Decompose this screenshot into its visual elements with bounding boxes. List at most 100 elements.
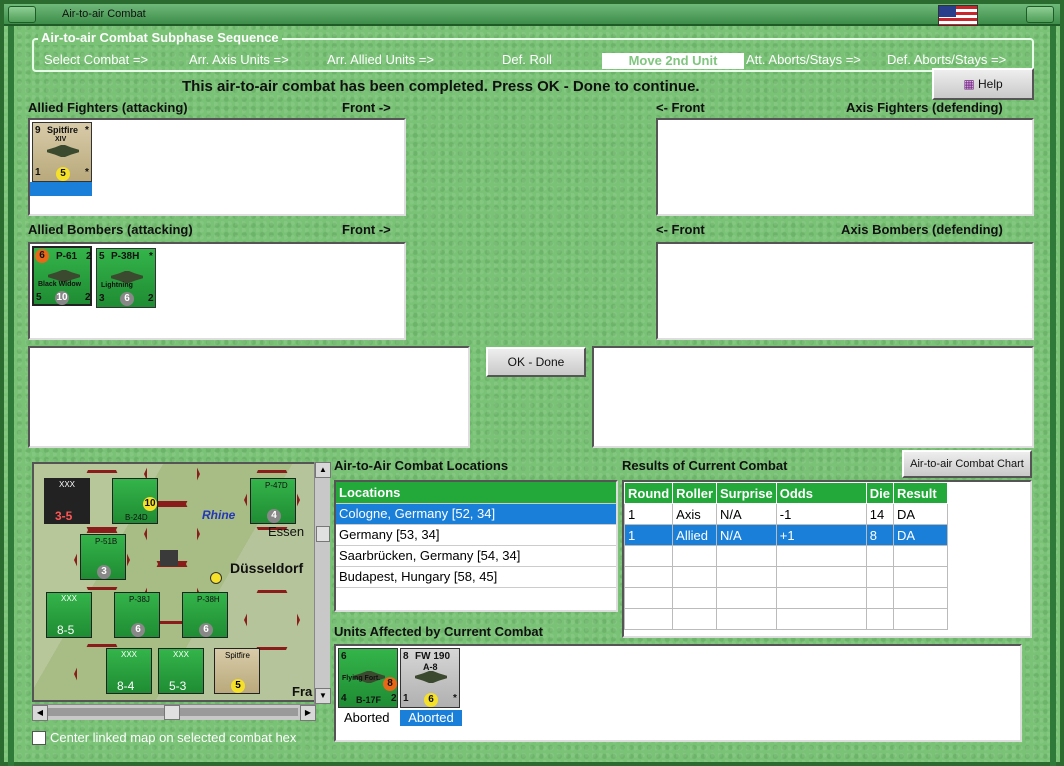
location-item[interactable]: Saarbrücken, Germany [54, 34] (336, 545, 616, 567)
map-air-unit[interactable]: P-47D 4 (250, 478, 296, 524)
window-title: Air-to-air Combat (62, 8, 146, 20)
system-menu-button[interactable] (8, 6, 36, 23)
map-counter[interactable]: XXX 5-3 (158, 648, 204, 694)
scroll-left-icon[interactable]: ◀ (32, 705, 48, 721)
cell: N/A (716, 503, 777, 525)
cell: 8 (865, 524, 894, 546)
map-air-unit[interactable]: B-24D 10 (112, 478, 158, 524)
map-air-unit[interactable]: Spitfire 5 (214, 648, 260, 694)
counter-variant: Lightning (101, 282, 133, 289)
unit-counter[interactable]: 9 Spitfire * XIV 1 5 * (32, 122, 92, 182)
unit-counter[interactable]: 6 P-61 2 Black Widow 5 10 2 (32, 246, 92, 306)
axis-fighters-panel[interactable] (656, 118, 1034, 216)
counter-left-value: 9 (35, 125, 41, 136)
scroll-right-icon[interactable]: ▶ (300, 705, 316, 721)
map-air-unit[interactable]: P-38J 6 (114, 592, 160, 638)
map-label-dusseldorf: Düsseldorf (230, 560, 304, 576)
result-row[interactable]: 1 Allied N/A +1 8 DA (623, 524, 948, 546)
center-map-label: Center linked map on selected combat hex (50, 730, 297, 745)
unit-counter[interactable]: 6 Flying Fort. 8 4 B-17F 2 (338, 648, 398, 708)
map-air-value: 4 (267, 509, 281, 523)
counter-bottom-right: 2 (391, 693, 397, 704)
locations-table: Locations Cologne, Germany [52, 34] Germ… (336, 482, 616, 588)
location-item[interactable]: Cologne, Germany [52, 34] (336, 503, 616, 525)
combat-chart-button[interactable]: Air-to-air Combat Chart (902, 450, 1032, 478)
sequence-title: Air-to-air Combat Subphase Sequence (38, 30, 282, 45)
close-button[interactable] (1026, 6, 1054, 23)
status-message: This air-to-air combat has been complete… (182, 78, 700, 95)
locations-list[interactable]: Locations Cologne, Germany [52, 34] Germ… (334, 480, 618, 612)
counter-name: FW 190 (415, 651, 451, 662)
locations-header: Locations (336, 482, 616, 504)
map-vertical-scrollbar[interactable]: ▲ ▼ (314, 462, 331, 704)
help-button[interactable]: ▦ Help (932, 68, 1034, 100)
counter-bottom-left: 4 (341, 693, 347, 704)
map-air-unit[interactable]: P-38H 6 (182, 592, 228, 638)
unit-counter[interactable]: 5 P-38H * Lightning 3 6 2 (96, 248, 156, 308)
map-counter[interactable]: XXX 3-5 (44, 478, 90, 524)
results-panel[interactable]: Round Roller Surprise Odds Die Result 1 … (622, 480, 1032, 638)
front-left-label-2: <- Front (656, 222, 705, 237)
step-att-aborts: Att. Aborts/Stays => (746, 52, 861, 67)
col-roller: Roller (672, 482, 717, 504)
scroll-down-icon[interactable]: ▼ (315, 688, 331, 704)
counter-left-value: 6 (35, 249, 49, 263)
plane-icon (43, 145, 83, 157)
location-item[interactable]: Budapest, Hungary [58, 45] (336, 566, 616, 588)
cell: N/A (716, 524, 777, 546)
result-row[interactable]: 1 Axis N/A -1 14 DA (623, 503, 948, 525)
map-horizontal-scrollbar[interactable]: ◀ ▶ (32, 704, 316, 721)
scroll-thumb[interactable] (164, 705, 180, 720)
map-label-fra: Fra (292, 684, 313, 699)
counter-star: * (149, 251, 153, 262)
counter-star: 2 (86, 251, 92, 262)
front-right-label-1: Front -> (342, 100, 391, 115)
step-arr-allied: Arr. Allied Units => (327, 52, 434, 67)
map-air-name: P-47D (265, 481, 288, 490)
map-air-name: P-38H (197, 595, 220, 604)
counter-bottom-left: 5 (36, 292, 42, 303)
left-frame (8, 26, 14, 766)
cell: DA (892, 503, 948, 525)
results-table: Round Roller Surprise Odds Die Result 1 … (623, 482, 948, 630)
location-text: Cologne, Germany [52, 34] (336, 503, 616, 525)
location-item[interactable]: Germany [53, 34] (336, 524, 616, 546)
map-air-unit[interactable]: P-51B 3 (80, 534, 126, 580)
scroll-up-icon[interactable]: ▲ (315, 462, 331, 478)
combat-window: Air-to-air Combat Air-to-air Combat Subp… (0, 0, 1064, 766)
allied-bombers-panel[interactable]: 6 P-61 2 Black Widow 5 10 2 5 P-38H * Li… (28, 242, 406, 340)
axis-bombers-panel[interactable] (656, 242, 1034, 340)
scroll-thumb[interactable] (316, 526, 330, 542)
col-round: Round (623, 482, 674, 504)
allied-bombers-label: Allied Bombers (attacking) (28, 222, 193, 237)
center-map-checkbox[interactable] (32, 731, 46, 745)
right-frame (1050, 26, 1056, 766)
allied-fighters-panel[interactable]: 9 Spitfire * XIV 1 5 * (28, 118, 406, 216)
counter-left-value: 8 (403, 651, 409, 662)
map-counter[interactable]: XXX 8-5 (46, 592, 92, 638)
book-icon: ▦ (963, 77, 975, 91)
map-counter[interactable]: XXX 8-4 (106, 648, 152, 694)
empty-row (623, 608, 948, 630)
allied-info-panel (28, 346, 470, 448)
map-air-value: 6 (199, 623, 213, 637)
map-counter-top: XXX (59, 480, 76, 489)
cell: 1 (623, 503, 674, 525)
col-result: Result (892, 482, 948, 504)
counter-name: P-61 (56, 251, 78, 262)
map-air-name: Spitfire (225, 651, 250, 660)
map-air-value: 6 (131, 623, 145, 637)
map-air-name: P-38J (129, 595, 150, 604)
front-left-label-1: <- Front (656, 100, 705, 115)
linked-map[interactable]: Rhine Essen Düsseldorf Fra XXX 3-5 XXX 8… (32, 462, 330, 702)
help-label: Help (978, 77, 1003, 91)
us-flag-icon (938, 5, 978, 26)
ok-done-button[interactable]: OK - Done (486, 347, 586, 377)
counter-variant: XIV (55, 136, 67, 143)
empty-row (623, 545, 948, 567)
units-affected-panel[interactable]: 6 Flying Fort. 8 4 B-17F 2 Aborted 8 FW … (334, 644, 1022, 742)
counter-value: 5 (56, 167, 70, 181)
unit-counter[interactable]: 8 FW 190 A-8 1 6 * (400, 648, 460, 708)
map-air-value: 5 (231, 679, 245, 693)
title-bar: Air-to-air Combat (4, 4, 1060, 26)
